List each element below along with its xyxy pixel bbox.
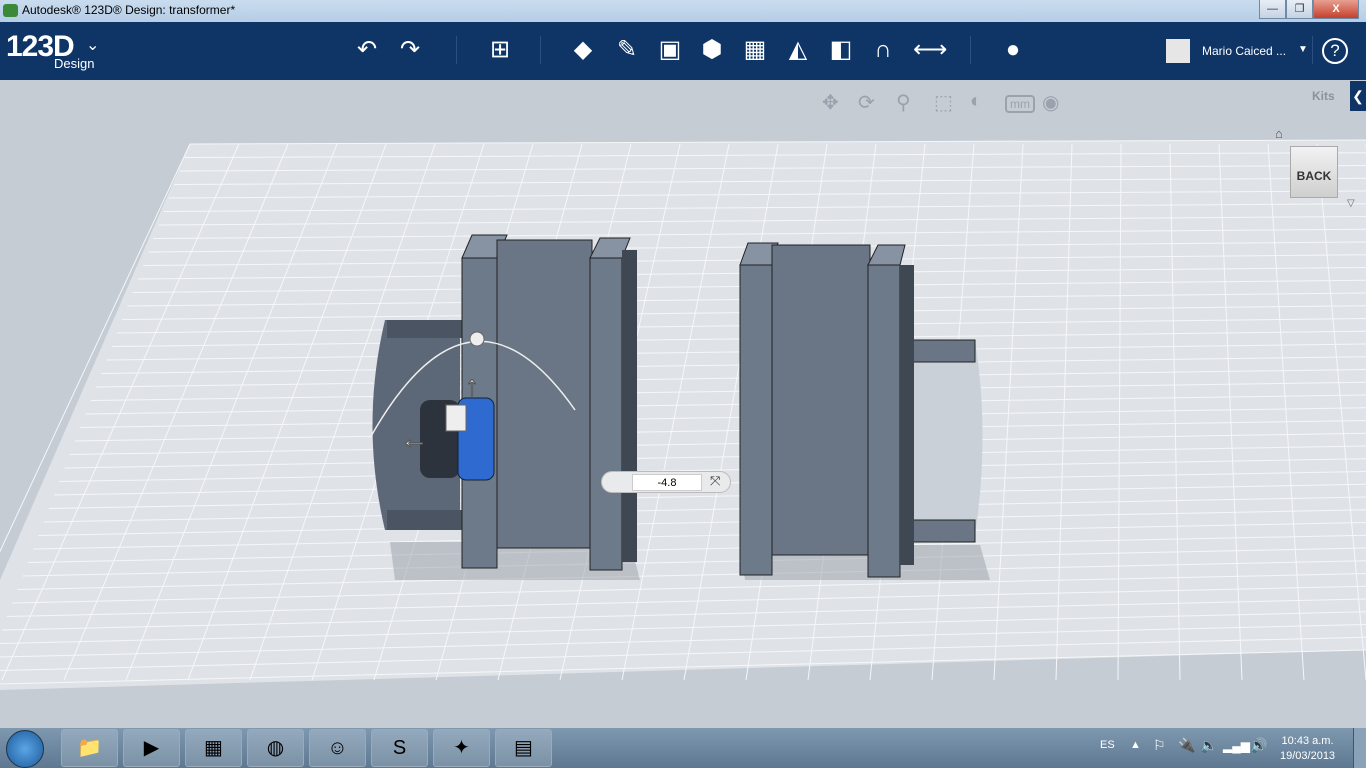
window-title: Autodesk® 123D® Design: transformer*	[22, 3, 236, 17]
measure-icon[interactable]: ⟷	[913, 35, 947, 65]
grid-plane	[0, 140, 1366, 690]
network-icon[interactable]: ▂▄▆	[1223, 739, 1250, 753]
3d-viewport[interactable]: ↑ ←	[0, 80, 1366, 728]
time: 10:43 a.m.	[1281, 735, 1334, 747]
date: 19/03/2013	[1280, 750, 1336, 762]
pan-icon[interactable]: ✥	[822, 90, 839, 115]
visibility-icon[interactable]: ◉	[1042, 90, 1059, 115]
orbit-icon[interactable]: ⟳	[858, 90, 875, 115]
primitives-icon[interactable]: ◆	[568, 35, 598, 65]
view-cube[interactable]: BACK	[1290, 146, 1338, 198]
move-value-box: ⤧	[601, 471, 731, 493]
messenger-icon[interactable]: ☺	[309, 729, 366, 767]
flag-icon[interactable]: ⚐	[1153, 737, 1166, 754]
transform-icon[interactable]: ⊞	[485, 35, 515, 65]
kits-label[interactable]: Kits	[1312, 89, 1335, 103]
logo-subtitle: Design	[54, 56, 95, 71]
user-dropdown-icon[interactable]: ▼	[1298, 44, 1308, 55]
view-mode-icon[interactable]: ◐	[970, 90, 982, 113]
minimize-button[interactable]: —	[1259, 0, 1286, 19]
volume-icon[interactable]: 🔊	[1250, 737, 1267, 754]
pattern-icon[interactable]: ▦	[740, 35, 770, 65]
clock[interactable]: 10:43 a.m. 19/03/2013	[1280, 734, 1335, 764]
avatar[interactable]	[1166, 39, 1190, 63]
scale-handle	[445, 404, 467, 432]
help-button[interactable]: ?	[1322, 38, 1348, 64]
show-desktop-button[interactable]	[1353, 728, 1366, 768]
main-toolbar: 123D Design ⌄ ↶ ↷ ⊞ ◆ ✎ ▣ ⬢ ▦ ◭ ◧ ∩ ⟷ ● Mario Caiced…	[0, 22, 1366, 80]
close-button[interactable]: X	[1313, 0, 1359, 19]
sketch-icon[interactable]: ✎	[612, 35, 642, 65]
zoom-icon[interactable]: ⚲	[896, 90, 911, 115]
combine-icon[interactable]: ◧	[826, 35, 856, 65]
start-button[interactable]	[6, 730, 44, 768]
firefox-icon[interactable]: ◍	[247, 729, 304, 767]
skype-icon[interactable]: S	[371, 729, 428, 767]
redo-icon[interactable]: ↷	[395, 35, 425, 65]
snap-tool-icon[interactable]: ⤧	[710, 473, 720, 489]
snap-icon[interactable]: ∩	[868, 35, 898, 65]
user-menu[interactable]: Mario Caiced ...	[1202, 44, 1286, 58]
title-bar: Autodesk® 123D® Design: transformer* — ❐…	[0, 0, 1366, 22]
speaker-red-icon[interactable]: 🔈	[1200, 737, 1217, 754]
power-icon[interactable]: 🔌	[1178, 737, 1195, 754]
restore-button[interactable]: ❐	[1286, 0, 1313, 19]
calculator-icon[interactable]: ▤	[495, 729, 552, 767]
move-up-arrow-icon: ↑	[465, 370, 479, 401]
show-hidden-icons[interactable]: ▲	[1130, 739, 1141, 751]
kits-panel-toggle[interactable]: ❮	[1350, 81, 1366, 111]
material-icon[interactable]: ●	[998, 35, 1028, 65]
move-left-arrow-icon: ←	[400, 423, 428, 454]
home-icon[interactable]: ⌂	[1275, 126, 1283, 141]
app-icon	[3, 4, 18, 17]
grouping-icon[interactable]: ◭	[783, 35, 813, 65]
modify-icon[interactable]: ⬢	[697, 35, 727, 65]
explorer-icon[interactable]: 📁	[61, 729, 118, 767]
move-distance-input[interactable]	[632, 474, 702, 491]
units-icon[interactable]: mm	[1005, 95, 1035, 113]
media-player-icon[interactable]: ▶	[123, 729, 180, 767]
language-indicator[interactable]: ES	[1100, 739, 1115, 751]
app-menu-chevron-icon[interactable]: ⌄	[86, 35, 99, 55]
fit-icon[interactable]: ⬚	[934, 90, 953, 115]
undo-icon[interactable]: ↶	[352, 35, 382, 65]
construct-icon[interactable]: ▣	[655, 35, 685, 65]
taskbar: 📁 ▶ ▦ ◍ ☺ S ✦ ▤ ES ▲ ⚐ 🔌 🔈 ▂▄▆ 🔊 10:43 a.m. 19/0…	[0, 728, 1366, 768]
viewcube-menu-icon[interactable]: ▽	[1347, 198, 1355, 209]
app-icon[interactable]: ▦	[185, 729, 242, 767]
123d-icon[interactable]: ✦	[433, 729, 490, 767]
rotate-handle	[469, 331, 485, 347]
